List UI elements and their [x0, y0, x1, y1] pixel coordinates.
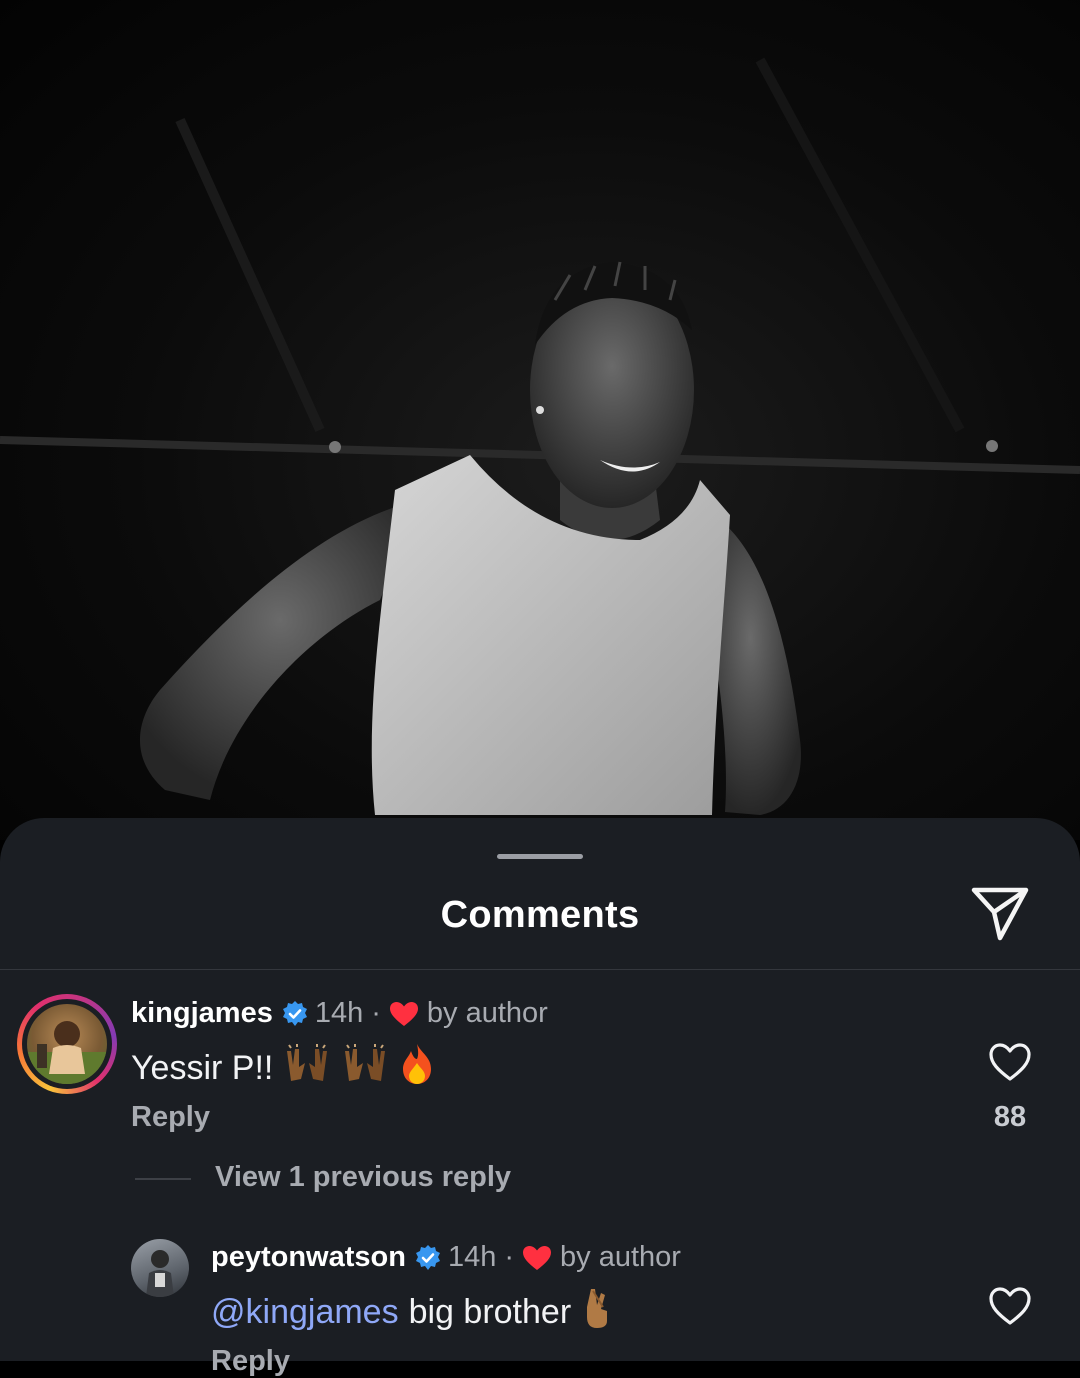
- raising-hands-icon: [283, 1043, 331, 1094]
- heart-filled-icon: [389, 1001, 419, 1027]
- verified-badge-icon: [281, 1000, 309, 1028]
- heart-outline-icon[interactable]: [988, 1286, 1032, 1326]
- meta-separator: ·: [504, 1241, 515, 1273]
- heart-outline-icon[interactable]: [988, 1042, 1032, 1082]
- verified-badge-icon: [414, 1244, 442, 1272]
- fire-icon: [399, 1043, 435, 1094]
- drag-handle[interactable]: [497, 854, 583, 859]
- reply-text: @kingjames big brother: [211, 1287, 613, 1338]
- reply-username[interactable]: peytonwatson: [211, 1241, 406, 1274]
- reply-link[interactable]: Reply: [131, 1101, 210, 1134]
- post-photo-illustration: [0, 57, 1080, 815]
- liked-by-author-label: by author: [560, 1241, 681, 1273]
- avatar[interactable]: [131, 1239, 189, 1297]
- raising-hands-icon: [341, 1043, 389, 1094]
- heart-filled-icon: [522, 1245, 552, 1271]
- comment-text: Yessir P!!: [131, 1043, 435, 1094]
- sheet-divider: [0, 969, 1080, 970]
- like-count: 88: [993, 1101, 1027, 1133]
- crossed-fingers-icon: [581, 1287, 613, 1338]
- comment-body: Yessir P!!: [131, 1049, 274, 1087]
- reply-time: 14h: [447, 1241, 497, 1273]
- avatar-story-ring[interactable]: [17, 994, 117, 1094]
- post-photo: [0, 0, 1080, 840]
- paper-plane-icon[interactable]: [966, 884, 1034, 944]
- thread-line: [135, 1178, 191, 1180]
- liked-by-author-label: by author: [426, 997, 548, 1029]
- comment-time: 14h: [314, 997, 364, 1029]
- mention-link[interactable]: @kingjames: [211, 1293, 399, 1332]
- avatar: [27, 1004, 107, 1084]
- reply-link[interactable]: Reply: [211, 1345, 290, 1378]
- sheet-title: Comments: [440, 894, 640, 936]
- comment-meta: kingjames 14h · by author: [131, 997, 548, 1030]
- comment-username[interactable]: kingjames: [131, 997, 273, 1030]
- view-previous-replies-button[interactable]: View 1 previous reply: [215, 1161, 511, 1194]
- meta-separator: ·: [371, 997, 381, 1029]
- reply-body: big brother: [408, 1293, 572, 1331]
- reply-meta: peytonwatson 14h · by author: [211, 1241, 681, 1274]
